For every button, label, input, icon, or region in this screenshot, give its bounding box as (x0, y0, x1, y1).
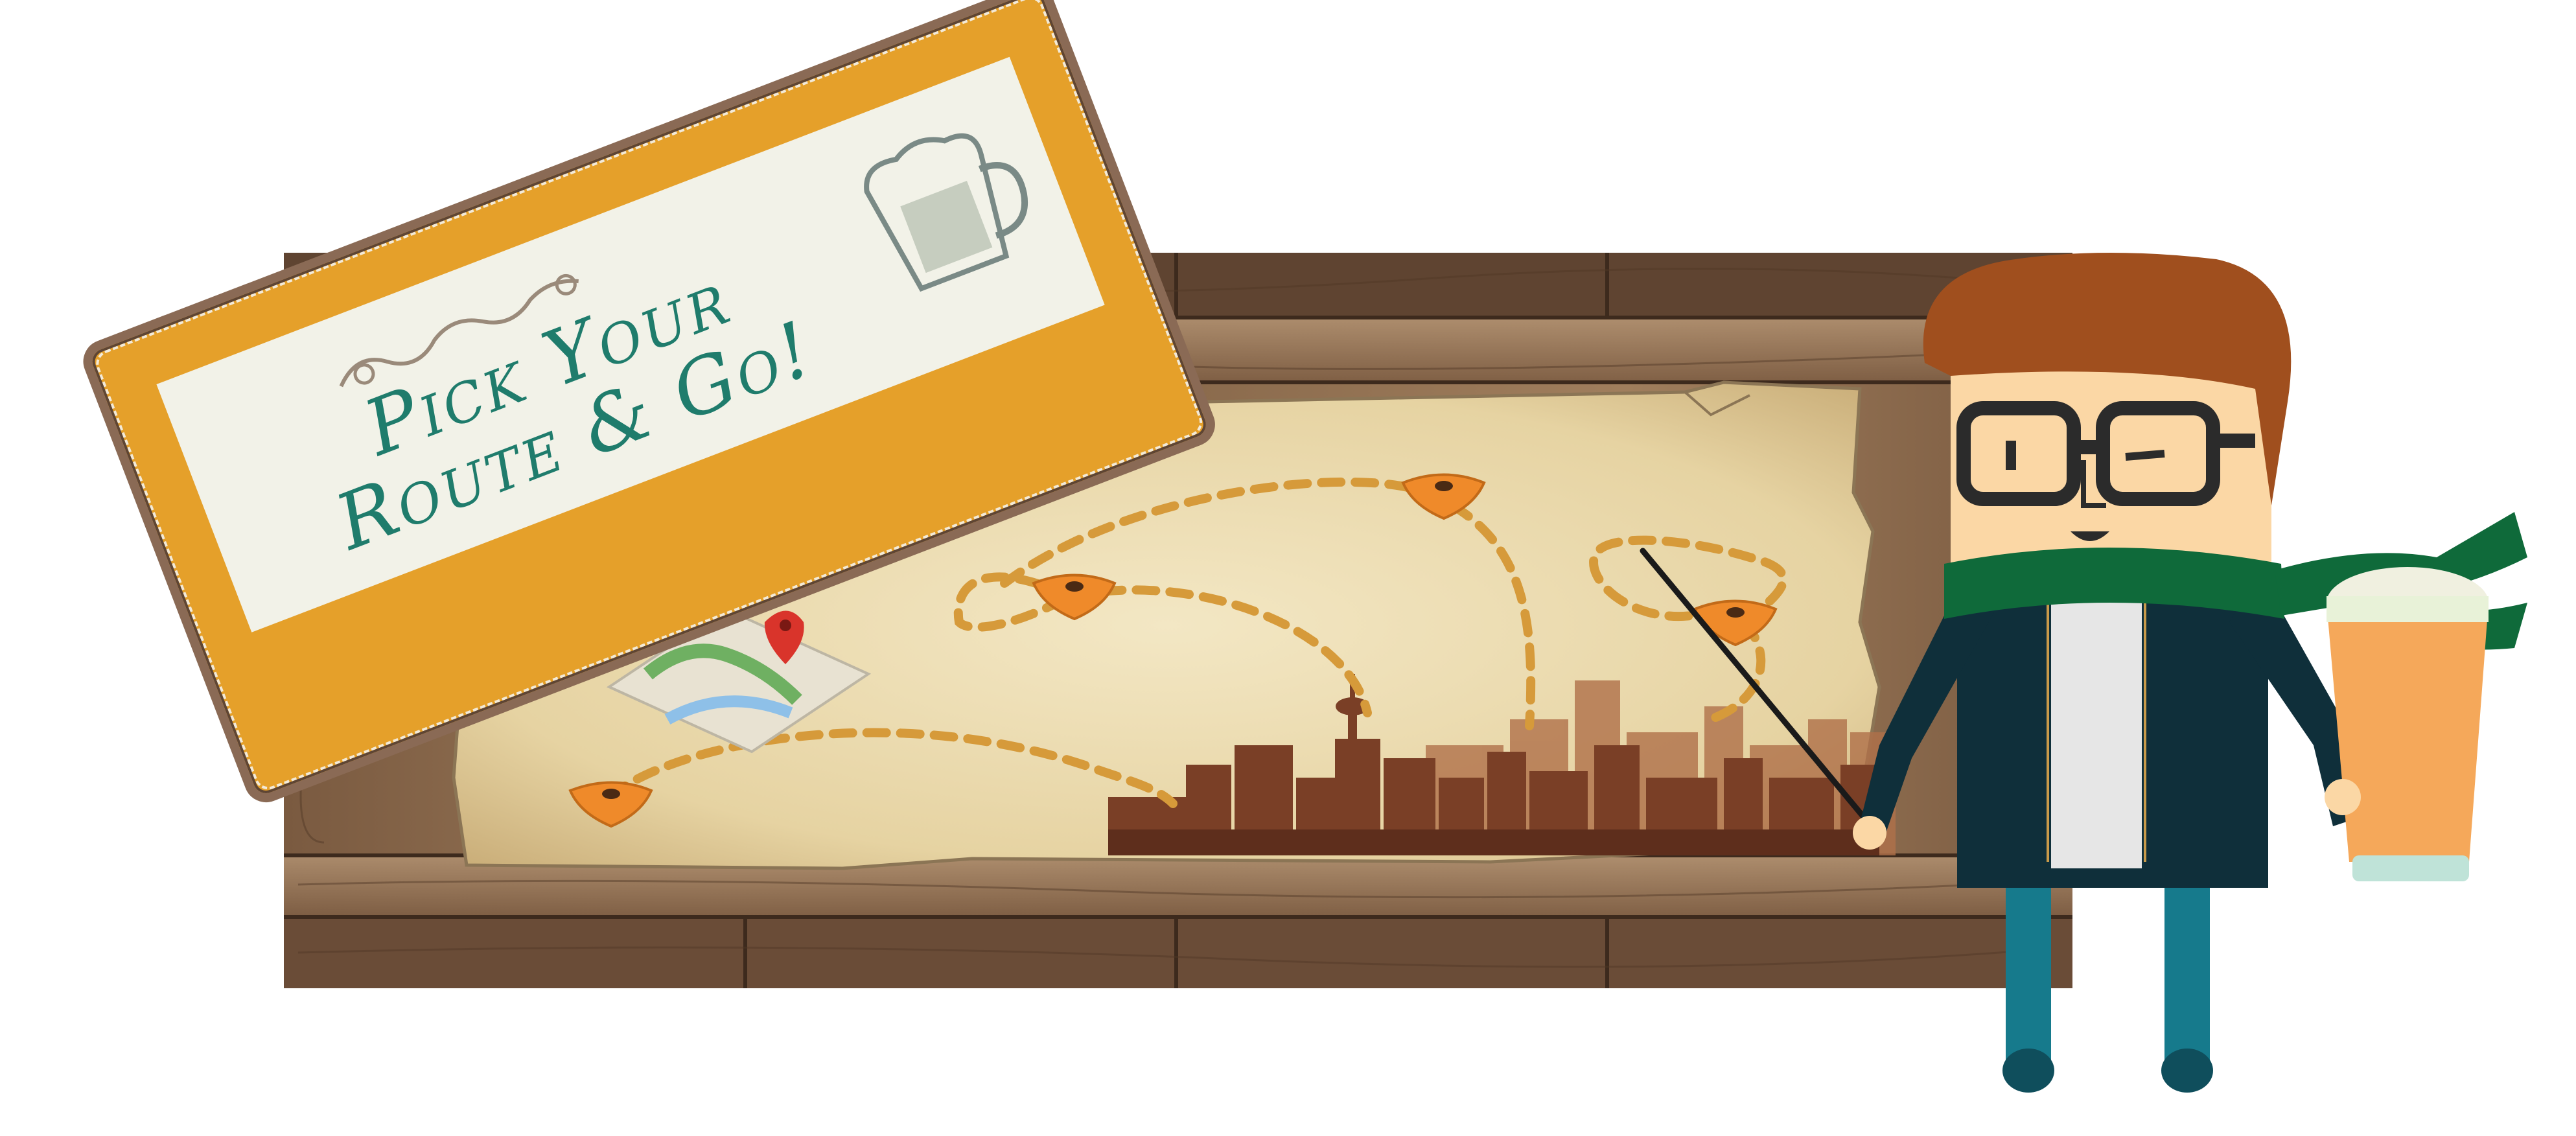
beer-glass-icon (2325, 567, 2489, 881)
